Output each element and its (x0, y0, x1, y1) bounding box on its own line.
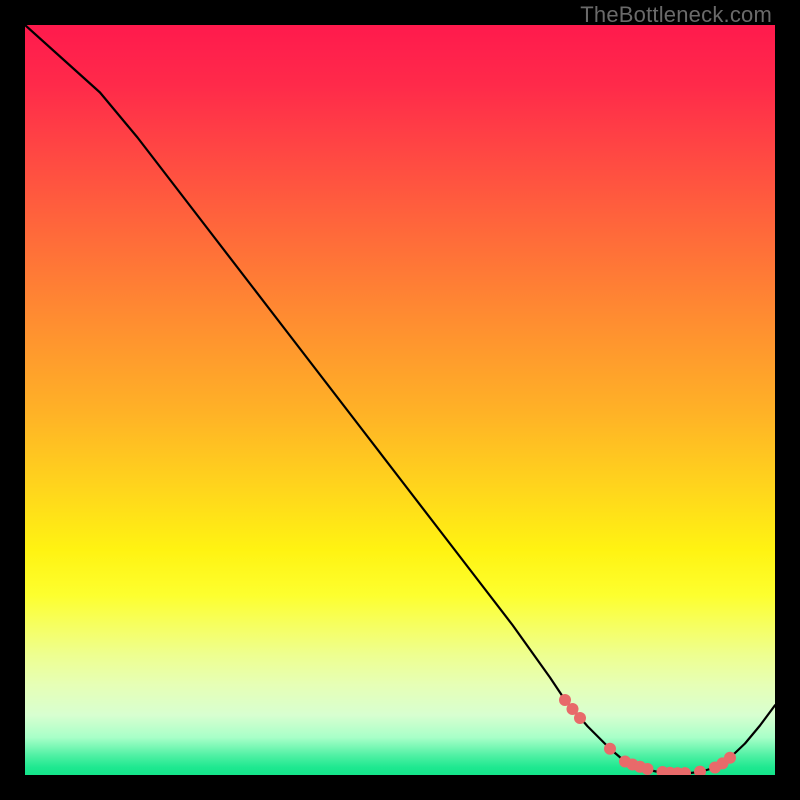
chart-svg (25, 25, 775, 775)
curve-line (25, 25, 775, 774)
data-point (724, 752, 736, 764)
chart-frame: TheBottleneck.com (0, 0, 800, 800)
watermark: TheBottleneck.com (580, 2, 772, 28)
data-point (604, 743, 616, 755)
data-point (574, 712, 586, 724)
data-point (642, 763, 654, 775)
plot-area (25, 25, 775, 775)
data-point (694, 766, 706, 775)
